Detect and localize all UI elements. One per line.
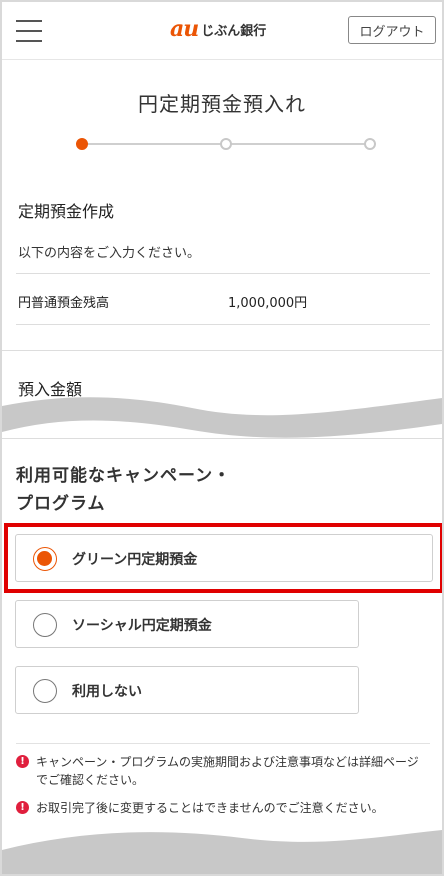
- header: au じぶん銀行 ログアウト: [2, 2, 442, 60]
- section-title: 定期預金作成: [18, 202, 115, 221]
- notes-divider: [16, 743, 430, 744]
- alert-icon: !: [16, 801, 29, 814]
- intro-text: 以下の内容をご入力ください。: [18, 246, 201, 261]
- campaign-option-green[interactable]: グリーン円定期預金: [15, 534, 433, 582]
- bottom-wave-divider: [2, 830, 442, 874]
- logo-mark: au: [170, 16, 199, 42]
- campaign-option-social[interactable]: ソーシャル円定期預金: [15, 600, 359, 648]
- campaign-title-line: プログラム: [16, 494, 106, 514]
- balance-value: 1,000,000円: [228, 296, 308, 311]
- bank-logo: au じぶん銀行: [170, 16, 266, 42]
- hamburger-menu-icon[interactable]: [16, 18, 44, 44]
- campaign-title: 利用可能なキャンペーン・ プログラム: [16, 462, 231, 518]
- note-item: ! キャンペーン・プログラムの実施期間および注意事項などは詳細ページでご確認くだ…: [16, 753, 426, 789]
- alert-icon: !: [16, 755, 29, 768]
- radio-unchecked-icon[interactable]: [33, 679, 57, 703]
- collapsed-wave-divider: [2, 397, 442, 438]
- note-text: お取引完了後に変更することはできませんのでご注意ください。: [36, 801, 384, 815]
- divider: [16, 273, 430, 274]
- logout-button[interactable]: ログアウト: [348, 16, 436, 44]
- option-label: ソーシャル円定期預金: [72, 618, 212, 634]
- campaign-option-none[interactable]: 利用しない: [15, 666, 359, 714]
- radio-unchecked-icon[interactable]: [33, 613, 57, 637]
- balance-label: 円普通預金残高: [18, 296, 110, 311]
- progress-stepper: [76, 136, 378, 152]
- radio-checked-icon[interactable]: [33, 547, 57, 571]
- option-label: グリーン円定期預金: [72, 552, 198, 568]
- section-divider: [2, 350, 442, 351]
- step-3-dot: [364, 138, 376, 150]
- divider: [16, 324, 430, 325]
- note-text: キャンペーン・プログラムの実施期間および注意事項などは詳細ページでご確認ください…: [36, 755, 419, 787]
- note-item: ! お取引完了後に変更することはできませんのでご注意ください。: [16, 799, 426, 817]
- logo-text: じぶん銀行: [201, 23, 267, 39]
- section-divider: [2, 438, 442, 439]
- step-2-dot: [220, 138, 232, 150]
- option-label: 利用しない: [72, 684, 142, 700]
- campaign-title-line: 利用可能なキャンペーン・: [16, 466, 232, 486]
- page-title: 円定期預金預入れ: [138, 92, 306, 116]
- step-1-dot: [76, 138, 88, 150]
- app-frame: au じぶん銀行 ログアウト 円定期預金預入れ 定期預金作成 以下の内容をご入力…: [0, 0, 444, 876]
